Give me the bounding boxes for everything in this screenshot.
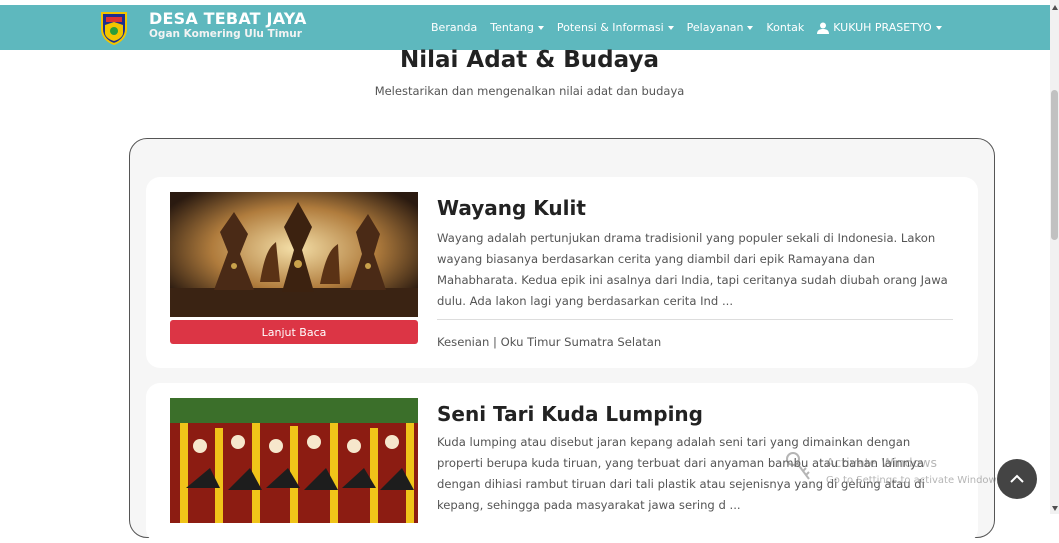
page-subtitle: Melestarikan dan mengenalkan nilai adat … <box>374 84 685 98</box>
nav-item-services-label: Pelayanan <box>686 21 744 34</box>
kuda-lumping-photo[interactable] <box>170 398 418 523</box>
navbar: DESA TEBAT JAYA Ogan Komering Ulu Timur … <box>0 5 1050 50</box>
scroll-thumb[interactable] <box>1051 90 1058 240</box>
nav-item-user-label: KUKUH PRASETYO <box>833 21 932 34</box>
read-more-label: Lanjut Baca <box>261 325 327 339</box>
divider <box>437 319 953 320</box>
scroll-down-icon[interactable] <box>1052 506 1058 511</box>
nav-item-contact-label: Kontak <box>766 21 805 34</box>
village-emblem-icon[interactable] <box>99 11 129 45</box>
article-card: Lanjut Baca Wayang Kulit Wayang adalah p… <box>146 177 978 368</box>
nav-item-home-label: Beranda <box>431 21 478 34</box>
brand-title[interactable]: DESA TEBAT JAYA <box>149 9 307 28</box>
activation-watermark-subtitle: Go to Settings to activate Windows. <box>826 475 1006 486</box>
brand-subtitle: Ogan Komering Ulu Timur <box>149 28 302 40</box>
nav-item-contact[interactable]: Kontak <box>766 21 804 34</box>
card-meta: Kesenian | Oku Timur Sumatra Selatan <box>437 335 662 349</box>
card-title[interactable]: Seni Tari Kuda Lumping <box>437 402 703 426</box>
nav-item-services[interactable]: Pelayanan <box>687 21 754 34</box>
chevron-down-icon <box>935 25 942 30</box>
card-description: Wayang adalah pertunjukan drama tradisio… <box>437 231 948 308</box>
nav-item-potential[interactable]: Potensi & Informasi <box>557 21 674 34</box>
scroll-up-icon[interactable] <box>1052 5 1058 10</box>
user-icon <box>817 22 830 34</box>
card-title[interactable]: Wayang Kulit <box>437 196 586 220</box>
wayang-kulit-photo[interactable] <box>170 192 418 317</box>
key-icon <box>786 452 810 480</box>
page-title: Nilai Adat & Budaya <box>400 47 659 73</box>
card-description: Kuda lumping atau disebut jaran kepang a… <box>437 435 925 512</box>
scrollbar[interactable] <box>1050 0 1059 514</box>
nav-menu: Beranda Tentang Potensi & Informasi Pela… <box>431 5 955 50</box>
chevron-down-icon <box>537 25 544 30</box>
chevron-down-icon <box>747 25 754 30</box>
nav-item-about[interactable]: Tentang <box>490 21 544 34</box>
brand[interactable]: DESA TEBAT JAYA Ogan Komering Ulu Timur <box>149 9 307 41</box>
chevron-down-icon <box>667 25 674 30</box>
nav-item-about-label: Tentang <box>490 21 534 34</box>
activation-watermark-title: Activate Windows <box>826 455 937 470</box>
nav-item-home[interactable]: Beranda <box>431 21 477 34</box>
chevron-up-icon <box>1010 474 1024 483</box>
nav-item-potential-label: Potensi & Informasi <box>556 21 664 34</box>
nav-item-user[interactable]: KUKUH PRASETYO <box>817 21 942 34</box>
read-more-button[interactable]: Lanjut Baca <box>170 320 418 344</box>
back-to-top-button[interactable] <box>997 459 1037 499</box>
